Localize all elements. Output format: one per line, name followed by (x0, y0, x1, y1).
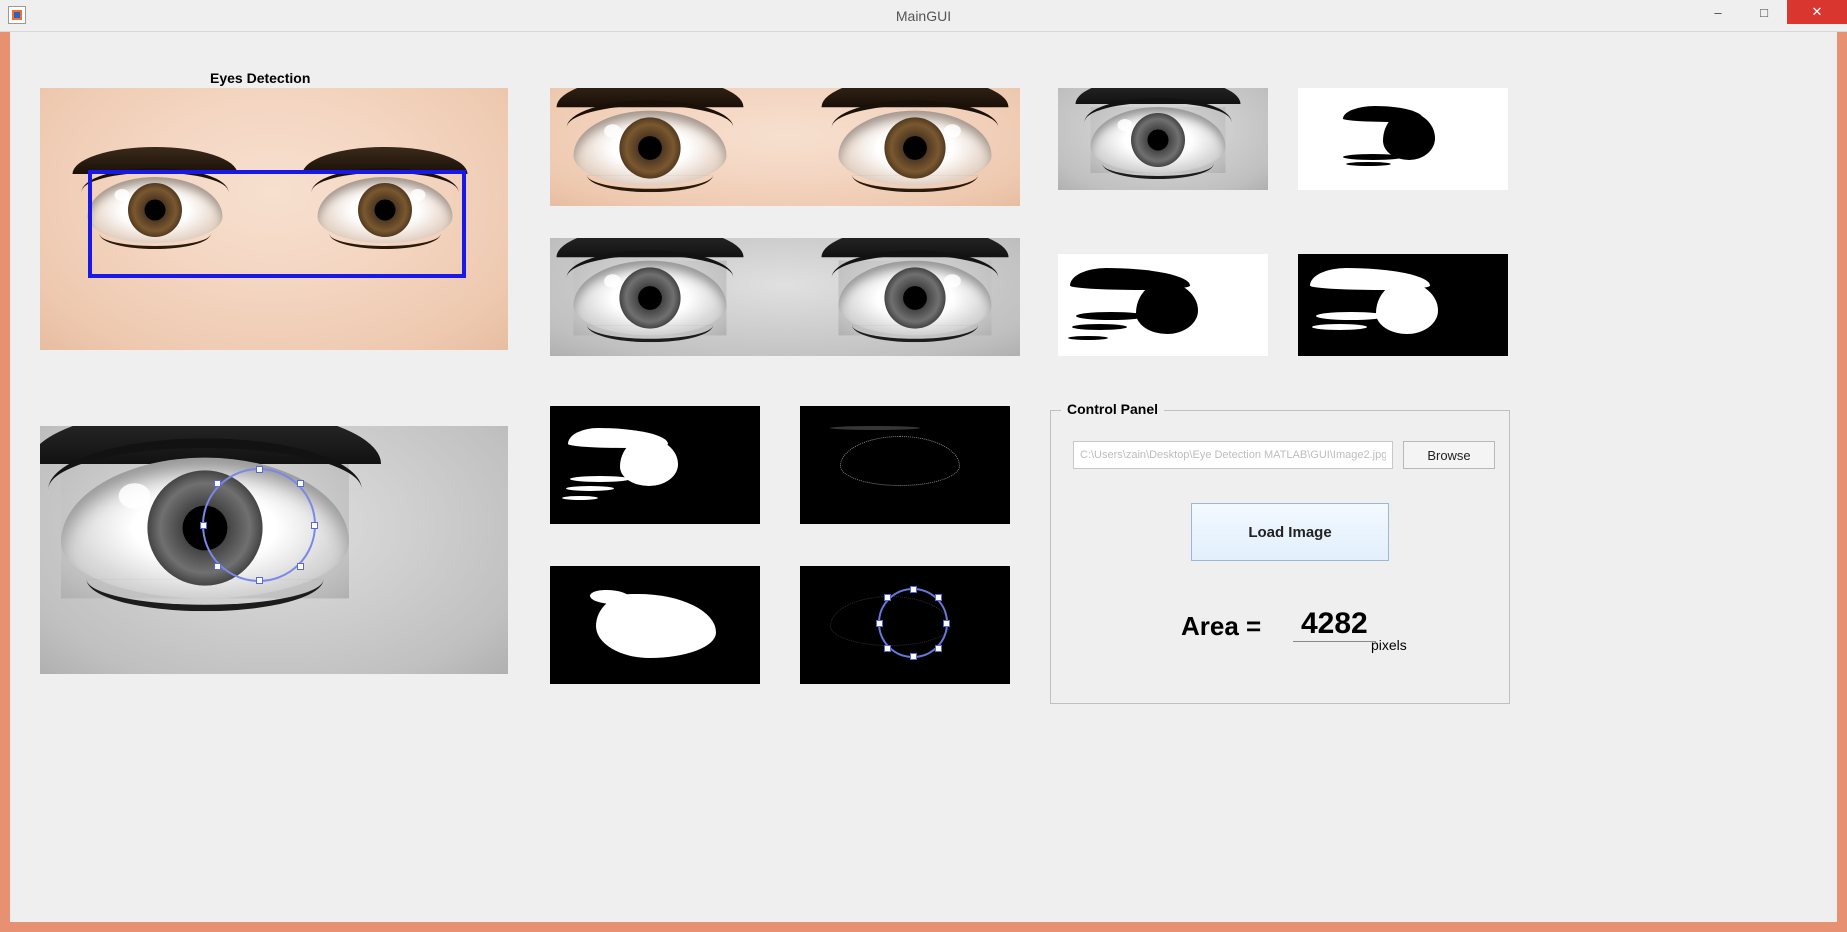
panel-cropped-color (550, 88, 1020, 206)
panel-edge-circle (800, 566, 1010, 684)
panel-source-image (40, 88, 508, 350)
window-title: MainGUI (896, 8, 951, 24)
browse-button[interactable]: Browse (1403, 441, 1495, 469)
iris-circle-small[interactable] (878, 588, 948, 658)
window-buttons: – □ ✕ (1695, 0, 1847, 28)
panel-cropped-gray (550, 238, 1020, 356)
panel-blob-2 (550, 566, 760, 684)
area-unit: pixels (1371, 637, 1407, 653)
detection-rectangle (88, 170, 466, 278)
eyes-detection-title: Eyes Detection (210, 70, 310, 86)
close-button[interactable]: ✕ (1787, 0, 1847, 24)
panel-binary-black-bg (1298, 254, 1508, 356)
panel-gray-eye-circle (40, 426, 508, 674)
titlebar: MainGUI – □ ✕ (0, 0, 1847, 32)
load-image-button[interactable]: Load Image (1191, 503, 1389, 561)
panel-binary-left-eye (1298, 88, 1508, 190)
control-panel-legend: Control Panel (1061, 401, 1164, 417)
minimize-button[interactable]: – (1695, 0, 1741, 24)
area-value: 4282 (1293, 607, 1376, 642)
iris-circle-selection[interactable] (202, 468, 316, 582)
panel-gray-left-eye (1058, 88, 1268, 190)
panel-binary-white-bg (1058, 254, 1268, 356)
app-window: MainGUI – □ ✕ Eyes Detection (0, 0, 1847, 932)
app-icon (8, 6, 26, 24)
panel-blob-1 (550, 406, 760, 524)
panel-edge-1 (800, 406, 1010, 524)
content-area: Eyes Detection (10, 38, 1837, 922)
control-panel: Control Panel Browse Load Image Area = 4… (1050, 410, 1510, 704)
file-path-input[interactable] (1073, 441, 1393, 469)
area-label: Area = (1181, 611, 1261, 642)
maximize-button[interactable]: □ (1741, 0, 1787, 24)
